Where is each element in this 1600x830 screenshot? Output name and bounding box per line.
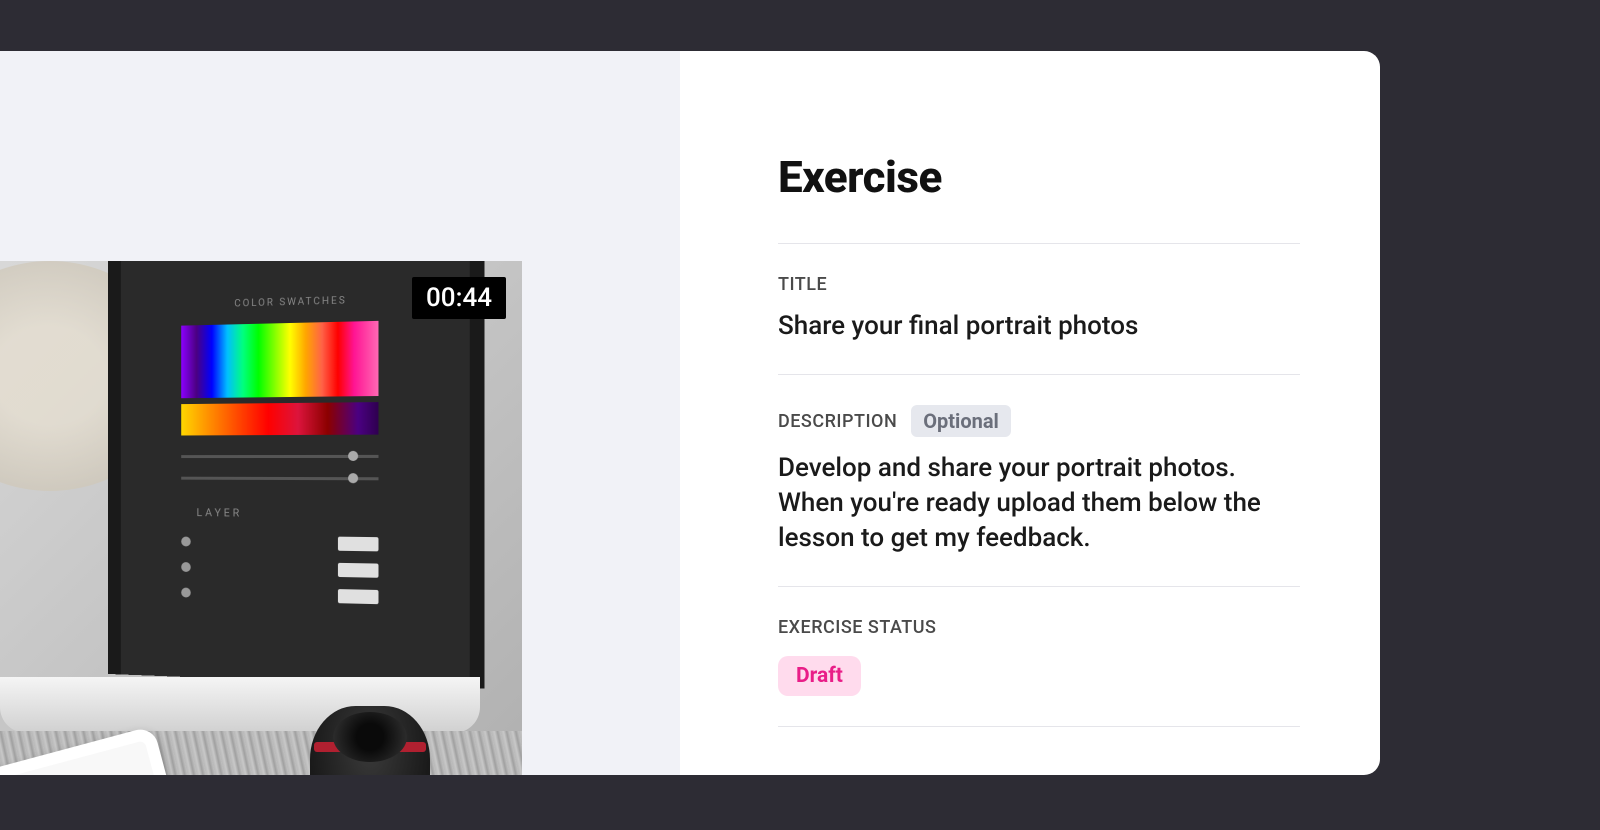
title-value[interactable]: Share your final portrait photos — [778, 309, 1300, 344]
monitor-frame: COLOR SWATCHES LAYER — [108, 261, 485, 689]
status-label: EXERCISE STATUS — [778, 617, 936, 638]
camera-lens — [310, 706, 430, 775]
left-preview-panel: 00:44 COLOR SWATCHES LAYER — [0, 51, 680, 775]
title-section: TITLE Share your final portrait photos — [778, 244, 1300, 374]
optional-badge: Optional — [911, 405, 1011, 437]
layer-label: LAYER — [196, 506, 242, 519]
exercise-heading: Exercise — [778, 151, 1300, 203]
exercise-detail-panel: Exercise TITLE Share your final portrait… — [680, 51, 1380, 775]
color-gradient-2 — [181, 402, 378, 435]
swatches-label: COLOR SWATCHES — [234, 295, 346, 309]
divider — [778, 726, 1300, 727]
description-label: DESCRIPTION — [778, 411, 897, 432]
description-value[interactable]: Develop and share your portrait photos. … — [778, 451, 1300, 556]
title-label: TITLE — [778, 274, 827, 295]
description-section: DESCRIPTION Optional Develop and share y… — [778, 375, 1300, 586]
color-gradient-1 — [181, 321, 378, 398]
status-badge[interactable]: Draft — [778, 656, 861, 696]
video-content-image: COLOR SWATCHES LAYER — [0, 261, 522, 775]
video-timestamp: 00:44 — [412, 277, 506, 319]
video-preview[interactable]: 00:44 COLOR SWATCHES LAYER — [0, 261, 522, 775]
status-section: EXERCISE STATUS Draft — [778, 587, 1300, 726]
main-container: 00:44 COLOR SWATCHES LAYER — [0, 51, 1380, 775]
